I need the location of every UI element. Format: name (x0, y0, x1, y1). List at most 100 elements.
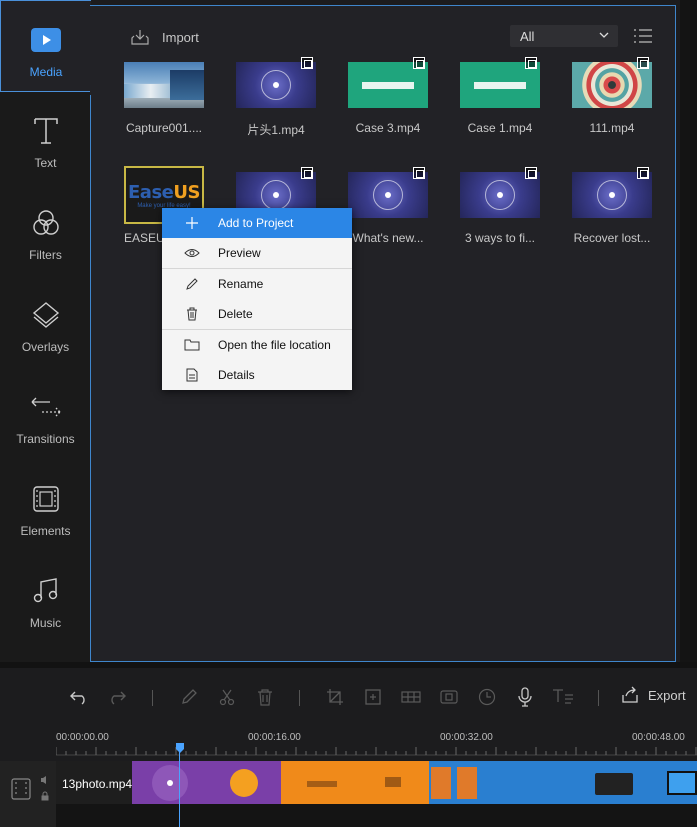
video-badge-icon (301, 57, 313, 69)
media-thumb-label: 3 ways to fi... (464, 231, 536, 245)
menu-item-open-file-location[interactable]: Open the file location (162, 330, 352, 360)
clip-thumb (307, 781, 337, 787)
panel-divider[interactable] (0, 662, 697, 668)
trash-icon[interactable] (254, 686, 276, 708)
sidebar-item-label: Overlays (21, 340, 70, 354)
clip-segment (207, 761, 281, 804)
transitions-icon (29, 390, 63, 424)
ruler-ticks (56, 747, 697, 755)
sidebar-item-music[interactable]: Music (0, 552, 91, 644)
sidebar-item-text[interactable]: Text (0, 92, 91, 184)
media-thumb-label: 111.mp4 (589, 121, 635, 135)
duration-icon[interactable] (476, 686, 498, 708)
resize-icon[interactable] (362, 686, 384, 708)
logo-part-b: US (173, 181, 200, 203)
media-thumb-label: Recover lost... (573, 231, 651, 245)
clip-thumb (595, 773, 633, 795)
menu-item-details[interactable]: Details (162, 360, 352, 390)
media-thumb-capture001[interactable] (124, 62, 204, 108)
video-badge-icon (637, 167, 649, 179)
chevron-down-icon (599, 32, 609, 38)
thumb-dot (273, 82, 279, 88)
toolbar-separator (598, 690, 599, 706)
menu-item-label: Details (218, 368, 255, 382)
list-view-icon[interactable] (633, 27, 653, 45)
clip-segment (653, 761, 697, 804)
easeus-logo: EaseUS (128, 182, 200, 203)
speaker-icon[interactable] (40, 775, 50, 785)
sidebar-item-media[interactable]: Media (0, 0, 91, 92)
undo-icon[interactable] (68, 686, 90, 708)
sidebar-item-overlays[interactable]: Overlays (0, 276, 91, 368)
freeze-frame-icon[interactable] (438, 686, 460, 708)
trash-icon (184, 307, 200, 321)
toolbar-separator (152, 690, 153, 706)
sidebar-item-label: Media (29, 65, 63, 79)
import-label: Import (162, 29, 199, 45)
right-edge (680, 0, 697, 662)
panel-join (90, 6, 91, 95)
text-to-speech-icon[interactable] (552, 686, 574, 708)
scissors-icon[interactable] (216, 686, 238, 708)
logo-part-a: Ease (128, 181, 174, 203)
media-filter-select[interactable]: All (510, 25, 618, 47)
menu-item-add-to-project[interactable]: Add to Project (162, 208, 352, 238)
sidebar-item-elements[interactable]: Elements (0, 460, 91, 552)
menu-item-label: Rename (218, 277, 264, 291)
menu-item-preview[interactable]: Preview (162, 238, 352, 268)
clip-segment (503, 761, 577, 804)
elements-icon (29, 482, 63, 516)
menu-item-label: Add to Project (218, 216, 294, 230)
menu-item-label: Preview (218, 246, 261, 260)
crop-icon[interactable] (324, 686, 346, 708)
video-track[interactable] (56, 761, 697, 804)
plus-icon (184, 216, 200, 230)
clip-segment (577, 761, 653, 804)
thumb-bar (474, 82, 526, 89)
menu-item-label: Delete (218, 307, 253, 321)
pencil-icon (184, 277, 200, 291)
import-icon (131, 30, 149, 45)
video-badge-icon (301, 167, 313, 179)
thumb-dot (497, 192, 503, 198)
folder-icon (184, 338, 200, 352)
media-thumb-label: What's new... (352, 231, 424, 245)
media-thumb-label: 片头1.mp4 (247, 123, 305, 137)
sidebar-item-transitions[interactable]: Transitions (0, 368, 91, 460)
microphone-icon[interactable] (514, 686, 536, 708)
audio-track[interactable] (56, 804, 697, 827)
media-thumb-label: Case 3.mp4 (355, 121, 421, 135)
sidebar-item-label: Music (29, 616, 62, 630)
sidebar-item-label: Filters (29, 248, 62, 262)
mosaic-icon[interactable] (400, 686, 422, 708)
clip-segment (429, 761, 503, 804)
clip-thumb (167, 780, 173, 786)
import-button[interactable]: Import (130, 28, 199, 46)
export-button[interactable]: Export (620, 686, 686, 704)
edit-icon[interactable] (178, 686, 200, 708)
media-icon (29, 23, 63, 57)
sidebar-item-label: Text (34, 156, 57, 170)
media-thumb-label: Case 1.mp4 (467, 121, 533, 135)
video-badge-icon (525, 57, 537, 69)
playhead-line[interactable] (179, 752, 180, 827)
sidebar-item-filters[interactable]: Filters (0, 184, 91, 276)
ruler-label: 00:00:48.00 (632, 732, 685, 743)
lock-icon[interactable] (40, 791, 50, 801)
media-thumb-label: Capture001.... (125, 121, 203, 135)
track-clip-label: 13photo.mp4 (62, 777, 133, 791)
timeline-ruler[interactable] (56, 744, 697, 756)
overlays-icon (29, 298, 63, 332)
filter-selected-value: All (520, 28, 535, 44)
menu-item-delete[interactable]: Delete (162, 299, 352, 329)
toolbar-separator (299, 690, 300, 706)
menu-item-label: Open the file location (218, 338, 331, 352)
redo-icon[interactable] (106, 686, 128, 708)
menu-item-rename[interactable]: Rename (162, 269, 352, 299)
export-label: Export (648, 687, 686, 703)
thumb-image (170, 70, 204, 100)
clip-thumb (230, 769, 258, 797)
eye-icon (184, 246, 200, 260)
filters-icon (29, 206, 63, 240)
ruler-label: 00:00:32.00 (440, 732, 493, 743)
